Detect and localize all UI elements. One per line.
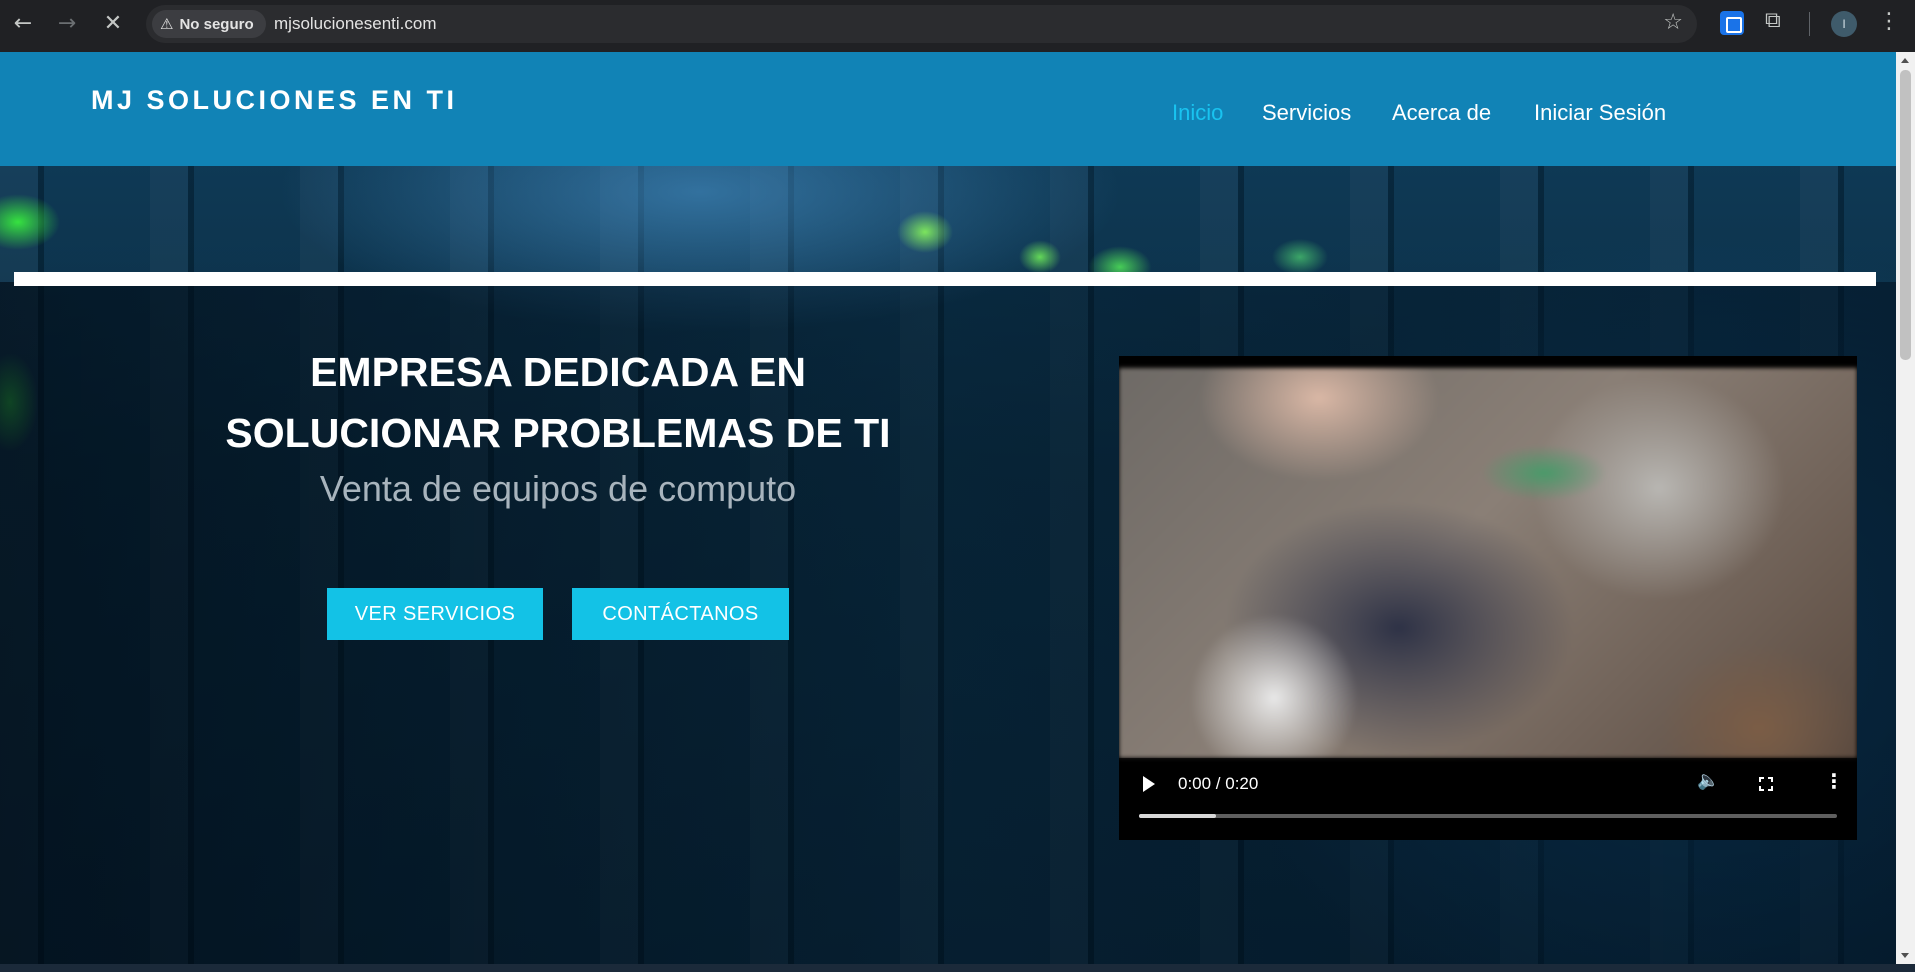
video-progress-bar[interactable] <box>1139 814 1837 818</box>
address-bar[interactable]: ⚠ No seguro mjsolucionesenti.com ☆ <box>146 5 1697 43</box>
security-chip[interactable]: ⚠ No seguro <box>152 10 266 38</box>
security-label: No seguro <box>179 15 254 33</box>
hero-title-line-2: SOLUCIONAR PROBLEMAS DE TI <box>225 410 891 456</box>
scrollbar-thumb[interactable] <box>1900 70 1911 360</box>
page-viewport: MJ SOLUCIONES EN TI Inicio Servicios Ace… <box>0 52 1896 964</box>
section-divider <box>14 272 1876 286</box>
play-icon[interactable] <box>1143 776 1155 792</box>
scroll-up-icon[interactable] <box>1901 58 1909 63</box>
url-text[interactable]: mjsolucionesenti.com <box>274 14 437 34</box>
warning-icon: ⚠ <box>160 15 174 33</box>
hero-subtitle: Venta de equipos de computo <box>319 468 797 509</box>
video-player[interactable]: 0:00 / 0:20 🔈 ⋮ <box>1119 356 1857 840</box>
nav-link-servicios[interactable]: Servicios <box>1262 100 1351 126</box>
video-controls: 0:00 / 0:20 🔈 ⋮ <box>1119 758 1857 840</box>
browser-menu-icon[interactable]: ⋮ <box>1878 9 1900 34</box>
fullscreen-icon[interactable] <box>1758 776 1774 792</box>
page-scrollbar[interactable] <box>1896 52 1915 964</box>
toolbar-divider <box>1809 12 1810 36</box>
site-header: MJ SOLUCIONES EN TI Inicio Servicios Ace… <box>0 52 1896 166</box>
bookmark-star-icon[interactable]: ☆ <box>1663 10 1683 35</box>
forward-icon[interactable]: → <box>53 9 81 37</box>
ver-servicios-button[interactable]: VER SERVICIOS <box>327 588 543 640</box>
site-logo[interactable]: MJ SOLUCIONES EN TI <box>91 85 458 116</box>
volume-icon[interactable]: 🔈 <box>1697 770 1719 791</box>
contactanos-button[interactable]: CONTÁCTANOS <box>572 588 789 640</box>
more-options-icon[interactable]: ⋮ <box>1824 769 1844 793</box>
extensions-puzzle-icon[interactable]: ⧉ <box>1765 8 1789 33</box>
scroll-down-icon[interactable] <box>1901 953 1909 958</box>
video-buffered-fill <box>1139 814 1216 818</box>
window-bottom-edge <box>0 964 1915 972</box>
extension-icon[interactable] <box>1720 11 1744 35</box>
browser-toolbar: ← → ✕ ⚠ No seguro mjsolucionesenti.com ☆… <box>0 0 1915 52</box>
nav-link-iniciar-sesion[interactable]: Iniciar Sesión <box>1534 100 1666 126</box>
nav-link-acerca-de[interactable]: Acerca de <box>1392 100 1491 126</box>
nav-link-inicio[interactable]: Inicio <box>1172 100 1223 126</box>
back-icon[interactable]: ← <box>9 9 37 37</box>
hero-title: EMPRESA DEDICADA EN SOLUCIONAR PROBLEMAS… <box>140 342 976 464</box>
stop-loading-icon[interactable]: ✕ <box>99 9 127 37</box>
video-time: 0:00 / 0:20 <box>1178 774 1259 793</box>
profile-avatar[interactable]: I <box>1831 11 1857 37</box>
hero-title-line-1: EMPRESA DEDICADA EN <box>310 349 806 395</box>
video-frame[interactable] <box>1119 368 1857 758</box>
